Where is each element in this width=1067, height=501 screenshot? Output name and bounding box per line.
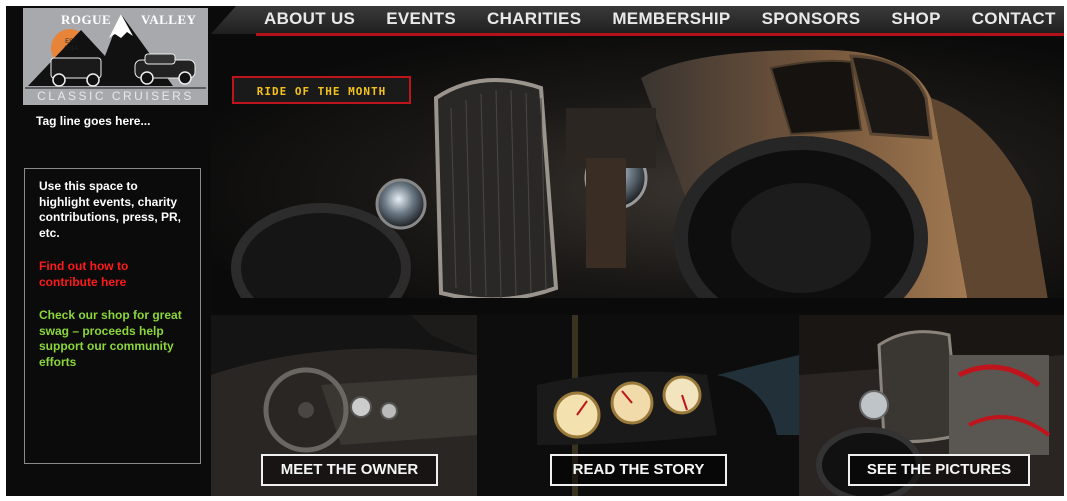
site-logo[interactable]: ROGUE VALLEY EST 2014 CLASSIC CRUISERS xyxy=(23,8,208,105)
main-nav: ABOUT US EVENTS CHARITIES MEMBERSHIP SPO… xyxy=(264,9,1056,29)
nav-item-membership[interactable]: MEMBERSHIP xyxy=(612,9,730,29)
tile-see-the-pictures[interactable]: SEE THE PICTURES xyxy=(799,315,1064,496)
nav-item-sponsors[interactable]: SPONSORS xyxy=(762,9,861,29)
see-the-pictures-button[interactable]: SEE THE PICTURES xyxy=(848,454,1030,486)
nav-underline xyxy=(256,33,1064,36)
tile-meet-the-owner[interactable]: MEET THE OWNER xyxy=(211,315,477,496)
logo-word-right: VALLEY xyxy=(141,12,197,27)
nav-item-events[interactable]: EVENTS xyxy=(386,9,456,29)
logo-est: EST 2014 xyxy=(64,39,78,52)
logo-tagline: CLASSIC CRUISERS xyxy=(37,89,194,103)
shop-link[interactable]: Check our shop for great swag – proceeds… xyxy=(39,308,186,370)
nav-item-shop[interactable]: SHOP xyxy=(891,9,940,29)
site-tagline: Tag line goes here... xyxy=(36,114,151,128)
meet-the-owner-button[interactable]: MEET THE OWNER xyxy=(261,454,438,486)
read-the-story-button[interactable]: READ THE STORY xyxy=(550,454,727,486)
nav-item-contact[interactable]: CONTACT xyxy=(972,9,1056,29)
logo-word-left: ROGUE xyxy=(61,12,112,27)
sidebar-highlight-text: Use this space to highlight events, char… xyxy=(39,179,182,240)
page-frame: ROGUE VALLEY EST 2014 CLASSIC CRUISERS T… xyxy=(6,6,1064,496)
nav-item-about-us[interactable]: ABOUT US xyxy=(264,9,355,29)
sidebar-highlight-box: Use this space to highlight events, char… xyxy=(24,168,201,464)
nav-item-charities[interactable]: CHARITIES xyxy=(487,9,581,29)
tile-read-the-story[interactable]: READ THE STORY xyxy=(477,315,799,496)
ride-of-the-month-badge[interactable]: RIDE OF THE MONTH xyxy=(232,76,411,104)
contribute-link[interactable]: Find out how to contribute here xyxy=(39,259,186,290)
